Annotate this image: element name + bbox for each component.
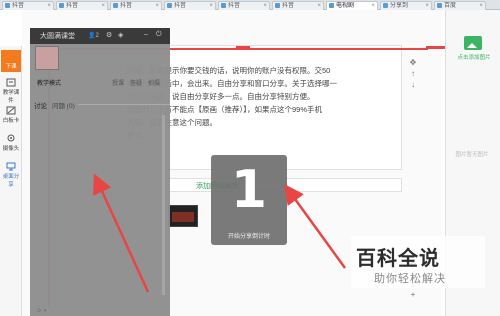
watermark-title: 百科全说 (356, 248, 440, 270)
site-favicon-icon (437, 3, 442, 8)
browser-tab[interactable]: 抖音 × (110, 1, 162, 10)
settings-icon[interactable]: ⚙ (106, 31, 112, 39)
site-favicon-icon (275, 3, 280, 8)
browser-tab[interactable]: 抖音 × (272, 1, 324, 10)
power-icon[interactable]: ⏻ (156, 31, 162, 39)
watermark-subtitle: 助你轻松解决 (374, 273, 446, 285)
classroom-panel (30, 28, 170, 316)
classroom-title: 大圆满课堂 (40, 33, 75, 40)
browser-tab[interactable]: 百度 × (434, 1, 486, 10)
close-icon[interactable]: × (101, 2, 105, 10)
stop-icon (6, 52, 16, 61)
camera-icon (7, 134, 15, 142)
classroom-panel-header: 大圆满课堂 👤2 ⚙ ◈ – ⏻ (30, 28, 170, 44)
whiteboard-button[interactable]: 白板卡 (1, 104, 21, 126)
browser-tab[interactable]: 抖音 × (164, 1, 216, 10)
desktop-share-icon (6, 162, 16, 171)
scrollbar[interactable] (162, 115, 165, 295)
close-icon[interactable]: × (209, 2, 213, 10)
countdown-number: 1 (230, 160, 268, 220)
camera-button[interactable]: 摄像头 (1, 132, 21, 154)
divider (78, 104, 170, 105)
close-icon[interactable]: × (263, 2, 267, 10)
annotation-marker (236, 46, 250, 49)
browser-tab[interactable]: 抖音 × (2, 1, 54, 10)
close-icon[interactable]: × (47, 2, 51, 10)
browser-tab-bar: 抖音 × 抖音 × 抖音 × 抖音 × 抖音 × 抖音 × 电视剧 × 分享到 × 百度 × (0, 0, 500, 10)
image-placeholder-hint: 图片暂无图片 (455, 152, 489, 158)
countdown-label: 开始分享倒计时 (227, 234, 270, 240)
add-image-label[interactable]: 点击添加图片 (452, 53, 496, 61)
image-icon[interactable] (464, 36, 482, 50)
site-favicon-icon (383, 3, 388, 8)
online-count: 👤2 (88, 33, 99, 39)
teach-mode-link[interactable]: 拍摄 (148, 78, 160, 87)
site-favicon-icon (329, 3, 334, 8)
whiteboard-icon (6, 106, 16, 115)
close-icon[interactable]: × (425, 2, 429, 10)
browser-tab-active[interactable]: 电视剧 × (326, 1, 378, 10)
browser-tab[interactable]: 抖音 × (56, 1, 108, 10)
close-icon[interactable]: × (155, 2, 159, 10)
shield-icon[interactable]: ◈ (118, 31, 123, 39)
site-favicon-icon (59, 3, 64, 8)
tab-discussion[interactable]: 讨论 (34, 100, 47, 110)
teach-mode-link[interactable]: 答疑 (130, 78, 142, 87)
close-icon[interactable]: × (479, 2, 483, 10)
browser-tab[interactable]: 抖音 × (218, 1, 270, 10)
site-favicon-icon (221, 3, 226, 8)
courseware-button[interactable]: 教学课件 (1, 76, 21, 104)
site-favicon-icon (113, 3, 118, 8)
close-icon[interactable]: × (317, 2, 321, 10)
site-favicon-icon (5, 3, 10, 8)
annotation-marker (426, 46, 446, 49)
desktop-share-button[interactable]: 桌面分享 (1, 160, 21, 188)
site-favicon-icon (167, 3, 172, 8)
avatar[interactable] (35, 46, 59, 70)
minimize-icon[interactable]: – (144, 31, 148, 38)
teach-mode-label: 教学模式 (37, 81, 62, 87)
browser-tab[interactable]: 分享到 × (380, 1, 432, 10)
close-icon[interactable]: × (371, 2, 375, 10)
teach-mode-link[interactable]: 授课 (112, 78, 124, 87)
classroom-bottom-bar: ☺ ◐ (36, 308, 48, 314)
courseware-icon (6, 78, 16, 87)
end-class-button[interactable]: 下课 (1, 50, 21, 72)
left-toolbar: 下课 教学课件 白板卡 摄像头 桌面分享 (0, 46, 22, 316)
tab-questions[interactable]: 问题 (0) (52, 100, 75, 110)
